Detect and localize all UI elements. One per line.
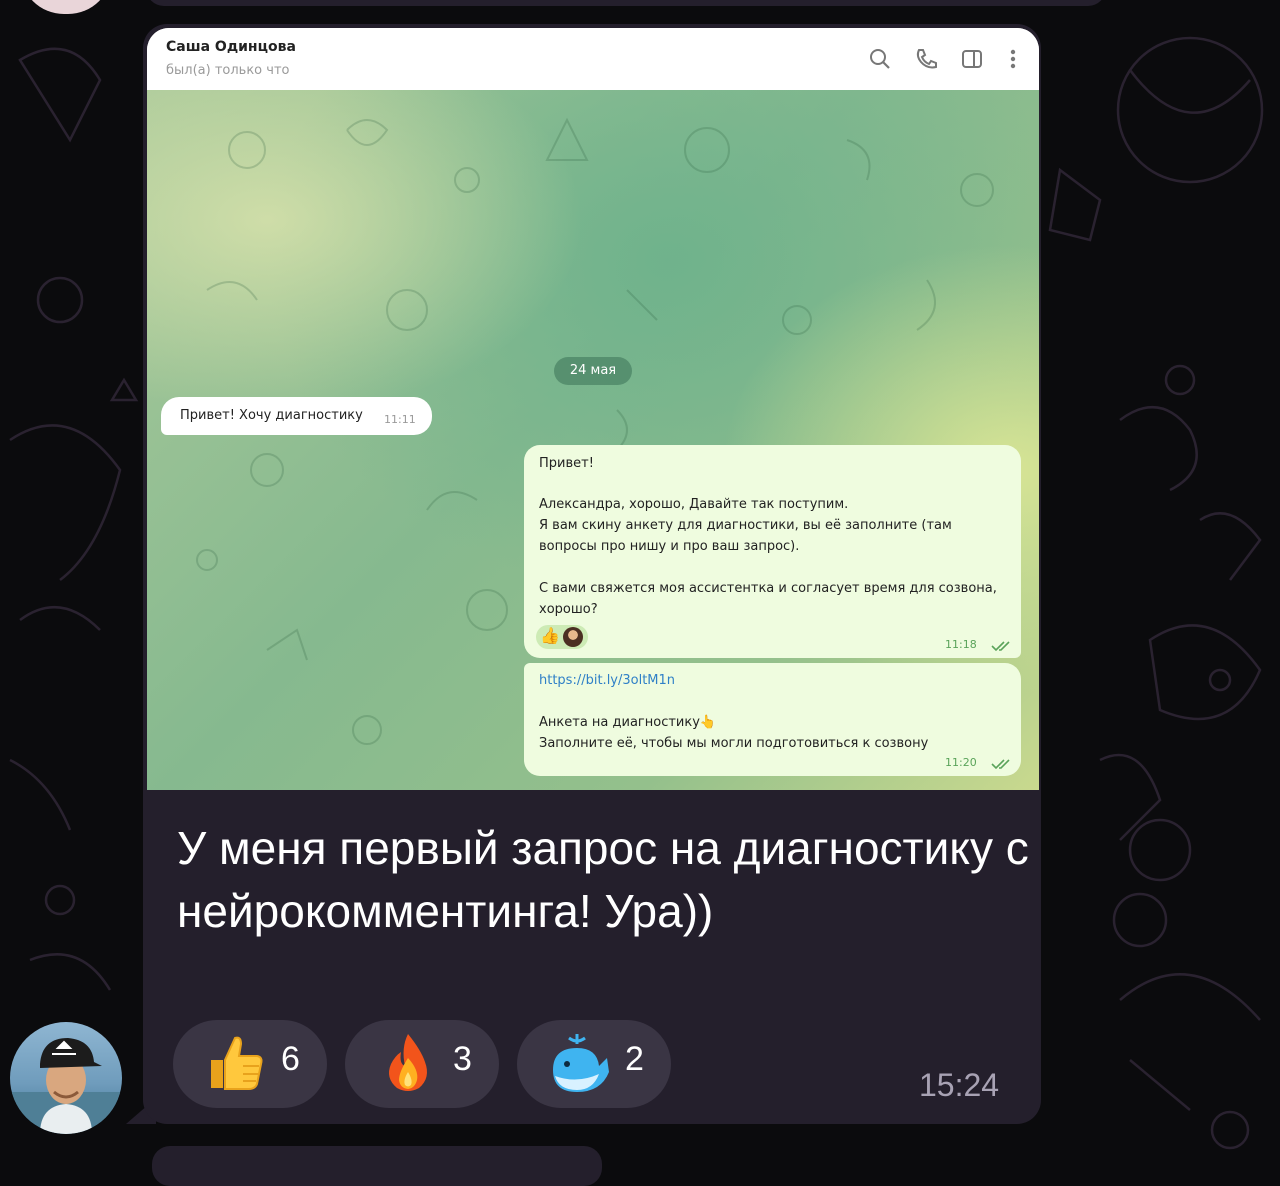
double-check-icon [991, 641, 1010, 652]
whale-icon [553, 1034, 609, 1092]
message-line: Привет! [539, 456, 594, 471]
previous-sender-avatar [20, 0, 112, 14]
thumbs-up-icon: 👍 [540, 626, 560, 645]
sender-avatar[interactable] [10, 1022, 122, 1134]
reactor-avatar [563, 627, 583, 647]
avatar-photo [10, 1038, 122, 1134]
reaction-count: 3 [453, 1040, 472, 1078]
chat-header: Саша Одинцова был(а) только что [147, 28, 1039, 91]
message-line: Я вам скину анкету для диагностики, вы е… [539, 518, 952, 533]
message-line: Анкета на диагностику👆 [539, 715, 717, 730]
message-line: С вами свяжется моя ассистентка и соглас… [539, 581, 997, 596]
side-panel-icon [962, 50, 982, 68]
reaction-count: 2 [625, 1040, 644, 1078]
incoming-message[interactable]: Привет! Хочу диагностику 11:11 [161, 397, 432, 435]
message-reactions[interactable]: 👍 [536, 625, 588, 649]
message-line: вопросы про нишу и про ваш запрос). [539, 539, 800, 554]
previous-message-bubble [146, 0, 1106, 6]
message-line: Александра, хорошо, Давайте так поступим… [539, 497, 849, 512]
attached-screenshot[interactable]: Саша Одинцова был(а) только что 24 мая П… [147, 28, 1039, 790]
chat-area: 24 мая Привет! Хочу диагностику 11:11 Пр… [147, 90, 1039, 790]
message-time: 11:11 [384, 413, 416, 426]
message-bubble[interactable]: Саша Одинцова был(а) только что 24 мая П… [143, 24, 1041, 1124]
next-message-bubble [152, 1146, 602, 1186]
message-time: 11:18 [945, 638, 977, 651]
message-time: 11:20 [945, 756, 977, 769]
message-text: Привет! Хочу диагностику [180, 408, 363, 423]
reaction-thumbs-up[interactable]: 6 [173, 1020, 327, 1108]
message-line: хорошо? [539, 602, 598, 617]
message-link[interactable]: https://bit.ly/3oltM1n [539, 673, 675, 688]
more-icon [1010, 49, 1016, 69]
contact-status: был(а) только что [166, 63, 290, 78]
message-line: Заполните её, чтобы мы могли подготовить… [539, 736, 929, 751]
message-caption: У меня первый запрос на диагностику с не… [177, 822, 1029, 937]
double-check-icon [991, 759, 1010, 770]
search-icon [870, 49, 890, 69]
outgoing-message[interactable]: https://bit.ly/3oltM1n Анкета на диагнос… [524, 663, 1021, 776]
contact-name: Саша Одинцова [166, 39, 296, 55]
reaction-count: 6 [281, 1040, 300, 1078]
fire-icon [389, 1034, 427, 1091]
reaction-whale[interactable]: 2 [517, 1020, 671, 1108]
outgoing-message[interactable]: Привет! Александра, хорошо, Давайте так … [524, 445, 1021, 658]
phone-icon [916, 49, 937, 69]
message-time: 15:24 [919, 1067, 1000, 1103]
thumbs-up-icon [211, 1036, 263, 1090]
date-separator: 24 мая [554, 357, 632, 385]
reaction-fire[interactable]: 3 [345, 1020, 499, 1108]
